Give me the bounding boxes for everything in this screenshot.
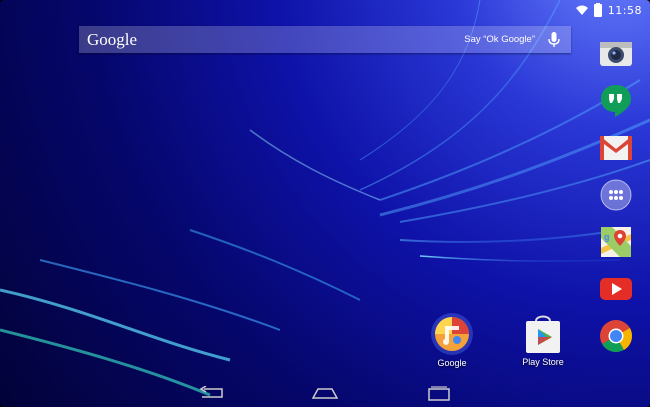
svg-text:g: g bbox=[604, 232, 610, 242]
back-button[interactable] bbox=[194, 382, 228, 404]
favorites-dock: g bbox=[596, 30, 636, 359]
recents-icon bbox=[428, 386, 450, 401]
home-app-label: Play Store bbox=[522, 357, 564, 367]
google-music-icon bbox=[431, 313, 473, 355]
home-app-play-store[interactable]: Play Store bbox=[508, 313, 578, 367]
youtube-icon[interactable] bbox=[596, 265, 636, 312]
home-button[interactable] bbox=[308, 382, 342, 404]
gmail-icon[interactable] bbox=[596, 124, 636, 171]
home-app-google[interactable]: Google bbox=[417, 312, 487, 368]
wifi-icon bbox=[575, 5, 588, 15]
camera-icon[interactable] bbox=[596, 30, 636, 77]
chrome-icon[interactable] bbox=[596, 312, 636, 359]
recents-button[interactable] bbox=[422, 382, 456, 404]
maps-icon[interactable]: g bbox=[596, 218, 636, 265]
status-bar: 11:58 bbox=[0, 0, 650, 20]
voice-hint: Say “Ok Google” bbox=[464, 34, 535, 45]
home-icon bbox=[311, 388, 339, 399]
google-search-bar[interactable]: Google Say “Ok Google” bbox=[79, 26, 571, 53]
microphone-icon[interactable] bbox=[543, 29, 565, 51]
clock: 11:58 bbox=[607, 3, 642, 17]
home-app-label: Google bbox=[437, 358, 467, 368]
back-icon bbox=[199, 386, 223, 398]
hangouts-icon[interactable] bbox=[596, 77, 636, 124]
play-store-icon bbox=[526, 315, 560, 353]
battery-icon bbox=[593, 2, 602, 17]
navigation-bar bbox=[0, 379, 650, 407]
home-screen: 11:58 Google Say “Ok Google” g Google Pl… bbox=[0, 0, 650, 407]
app-drawer-icon[interactable] bbox=[596, 171, 636, 218]
google-logo: Google bbox=[87, 29, 138, 49]
